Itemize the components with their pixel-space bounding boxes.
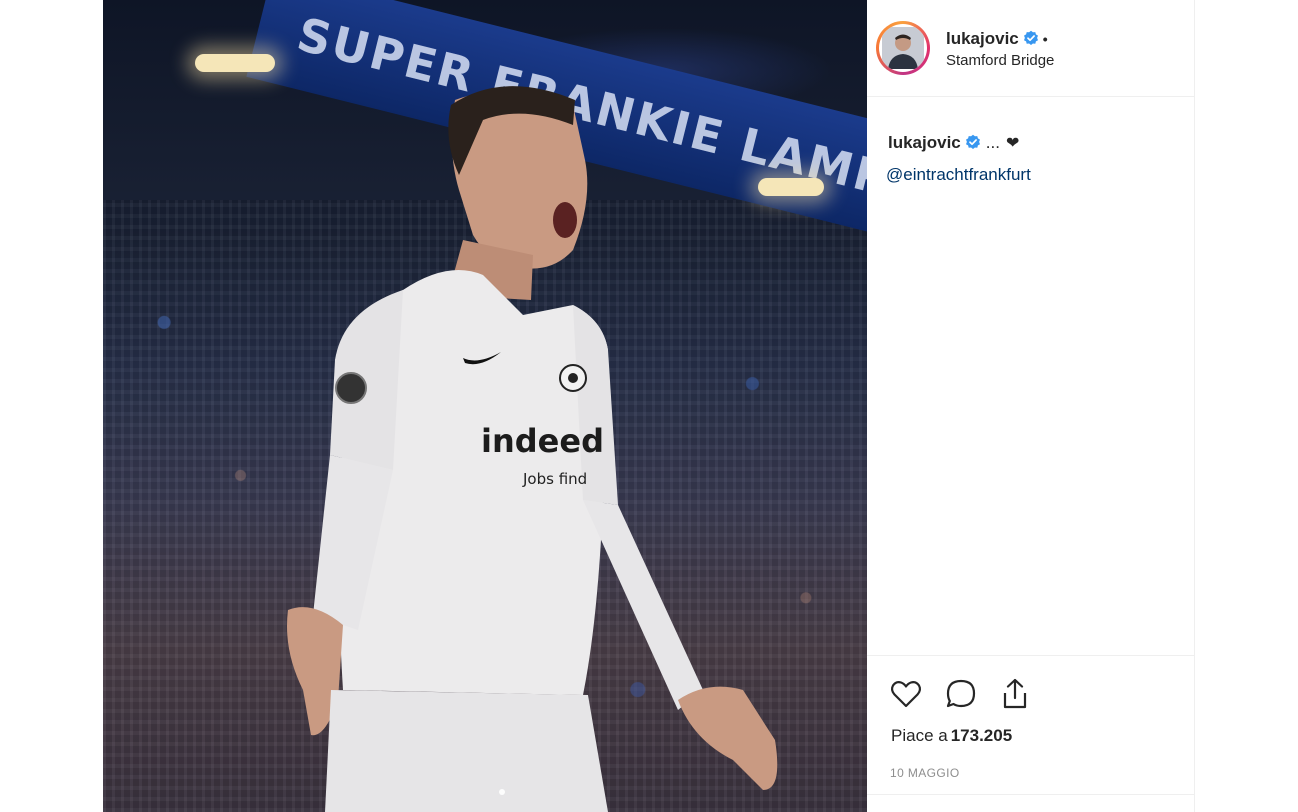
carousel-indicator [499, 789, 505, 795]
likes-summary[interactable]: Piace a 173.205 [891, 726, 1012, 746]
heart-emoji-icon: ❤ [1005, 135, 1020, 152]
post-date[interactable]: 10 MAGGIO [890, 766, 960, 780]
header-separator-dot: • [1042, 31, 1048, 47]
comment-button[interactable] [943, 676, 979, 712]
location-link[interactable]: Stamford Bridge [946, 52, 1054, 69]
avatar[interactable] [876, 21, 930, 75]
post-header: lukajovic • Stamford Bridge [867, 0, 1194, 97]
verified-badge-icon [1023, 30, 1039, 51]
header-username[interactable]: lukajovic • [946, 29, 1048, 51]
heart-outline-icon [890, 681, 922, 708]
post-photo[interactable]: SUPER FRANKIE LAMPARD indeed Jobs find [103, 0, 867, 812]
like-button[interactable] [888, 676, 924, 712]
username-text[interactable]: lukajovic [946, 29, 1019, 48]
likes-count[interactable]: 173.205 [951, 726, 1012, 745]
caption-username[interactable]: lukajovic [888, 133, 961, 152]
verified-badge-icon [965, 134, 981, 156]
likes-label: Piace a [891, 726, 948, 745]
post-caption: lukajovic... ❤ [888, 132, 1178, 156]
profile-photo-icon [882, 27, 924, 69]
mention-link[interactable]: @eintrachtfrankfurt [886, 165, 1031, 185]
player-figure: indeed Jobs find [287, 86, 778, 812]
comment-bubble-icon [946, 679, 976, 708]
post-sidebar: lukajovic • Stamford Bridge lukajovic... ❤… [867, 0, 1195, 812]
shirt-sponsor-text: indeed [481, 422, 604, 460]
caption-text: ... [985, 133, 1000, 152]
share-button[interactable] [997, 676, 1033, 712]
post-actions: Piace a 173.205 10 MAGGIO [867, 655, 1194, 795]
share-upload-icon [1003, 678, 1027, 709]
avatar-image [879, 24, 927, 72]
divider [867, 794, 1194, 795]
shirt-tagline-text: Jobs find [522, 470, 587, 488]
